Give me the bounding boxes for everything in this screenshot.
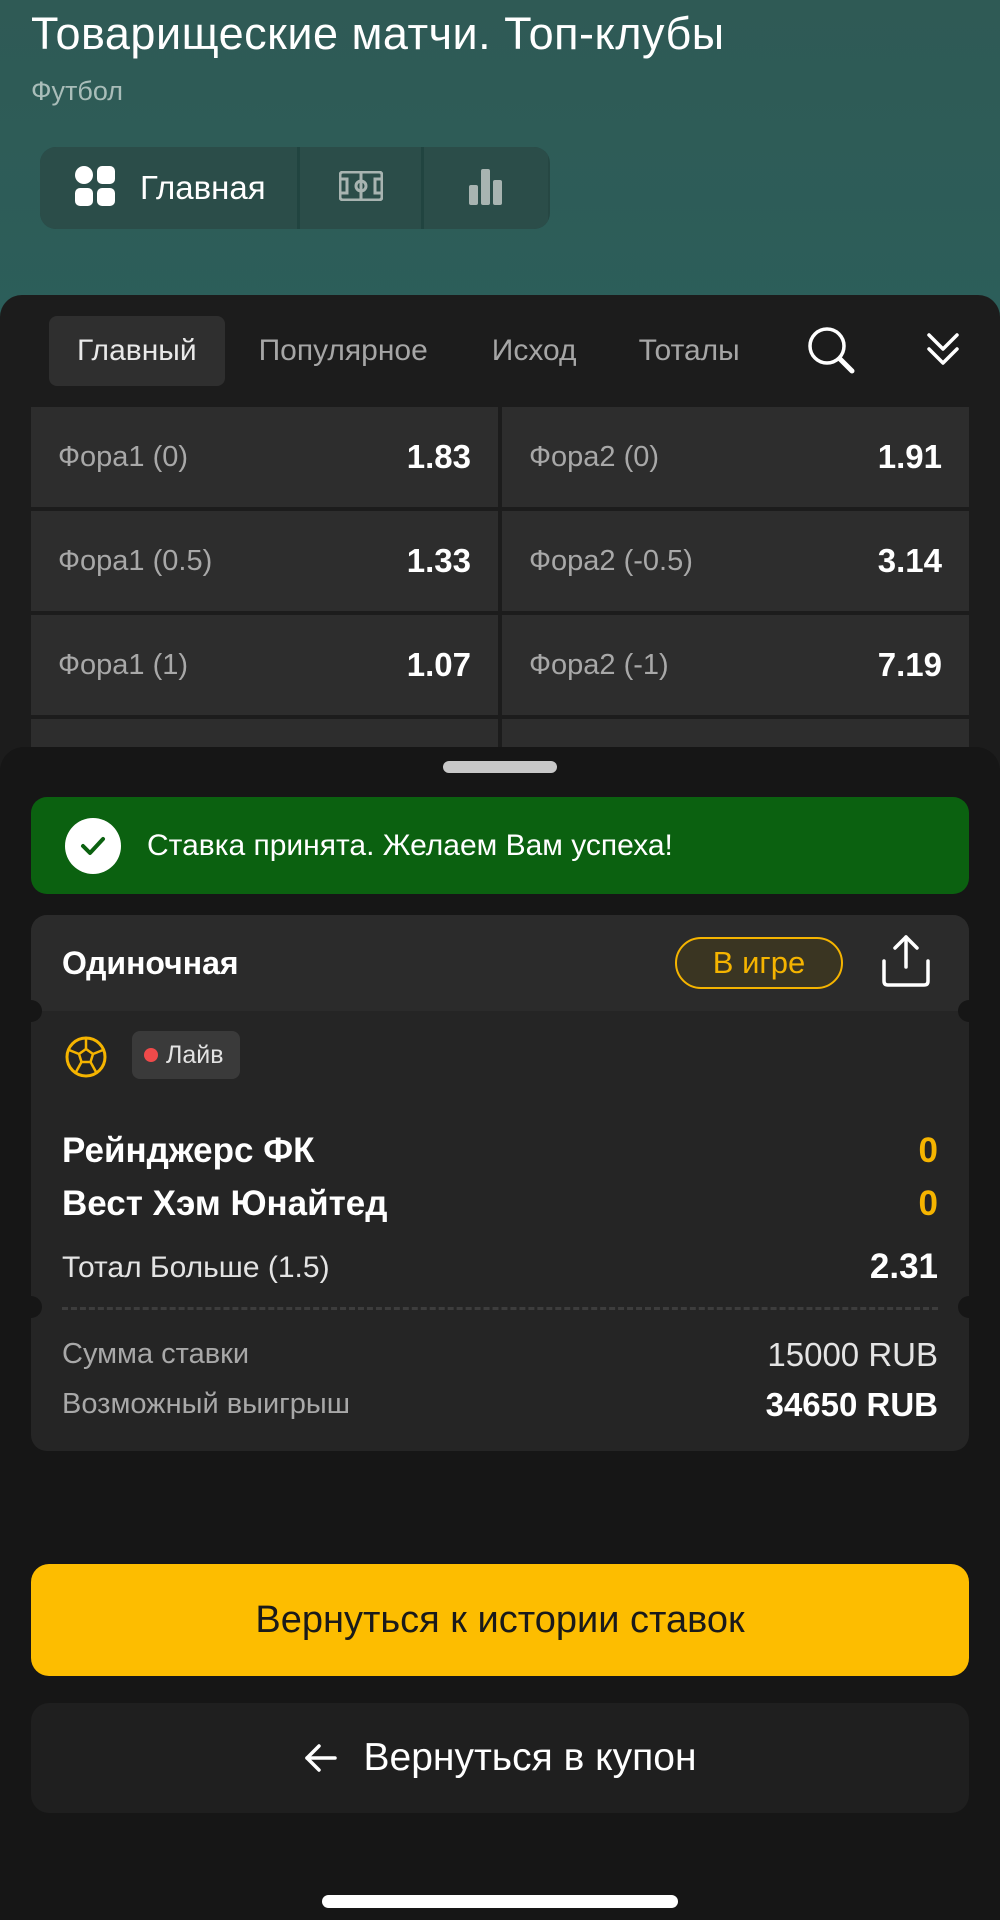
field-icon bbox=[338, 170, 383, 206]
odd-name: Фора1 (0) bbox=[58, 440, 189, 473]
sheet-grabber[interactable] bbox=[443, 761, 557, 773]
stake-label: Сумма ставки bbox=[62, 1338, 250, 1370]
collapse-icon[interactable] bbox=[923, 329, 963, 374]
arrow-left-icon bbox=[304, 1743, 338, 1773]
market-tabs: Главный Популярное Исход Тоталы bbox=[0, 295, 1000, 407]
success-message: Ставка принята. Желаем Вам успеха! bbox=[147, 828, 673, 862]
win-label: Возможный выигрыш bbox=[62, 1388, 350, 1420]
odds-row: Фора1 (1) 1.07 Фора2 (-1) 7.19 bbox=[31, 615, 969, 715]
odd-name: Фора1 (1) bbox=[58, 648, 189, 681]
score-home: 0 bbox=[918, 1131, 938, 1170]
share-icon[interactable] bbox=[879, 933, 933, 994]
ticket-notch bbox=[31, 1296, 42, 1318]
odd-name: Фора2 (0) bbox=[529, 440, 660, 473]
grid-icon bbox=[74, 165, 116, 212]
team-away: Вест Хэм Юнайтед bbox=[62, 1184, 388, 1223]
bet-market: Тотал Больше (1.5) bbox=[62, 1251, 330, 1284]
live-dot bbox=[144, 1048, 158, 1062]
odds-row: Фора1 (0.5) 1.33 Фора2 (-0.5) 3.14 bbox=[31, 511, 969, 611]
bet-card: Одиночная В игре Лайв Рейнджерс ФК 0 Вес… bbox=[31, 915, 969, 1451]
stats-icon bbox=[467, 167, 505, 210]
view-field-button[interactable] bbox=[300, 147, 424, 229]
odd-cell[interactable]: Фора2 (0) 1.91 bbox=[502, 407, 969, 507]
football-icon bbox=[64, 1035, 108, 1084]
odd-cell[interactable]: Фора1 (1) 1.07 bbox=[31, 615, 498, 715]
win-value: 34650 RUB bbox=[765, 1386, 938, 1423]
check-icon bbox=[65, 817, 121, 874]
search-icon[interactable] bbox=[806, 325, 856, 380]
ticket-notch bbox=[958, 1000, 969, 1022]
home-indicator[interactable] bbox=[322, 1895, 678, 1908]
odd-value: 1.83 bbox=[406, 438, 471, 475]
bet-card-header: Одиночная В игре bbox=[31, 915, 969, 1011]
live-badge: Лайв bbox=[132, 1031, 240, 1079]
odd-name: Фора1 (0.5) bbox=[58, 544, 213, 577]
tab-totals[interactable]: Тоталы bbox=[611, 316, 768, 386]
back-to-coupon-button[interactable]: Вернуться в купон bbox=[31, 1703, 969, 1813]
live-label: Лайв bbox=[166, 1040, 224, 1069]
success-banner: Ставка принята. Желаем Вам успеха! bbox=[31, 797, 969, 894]
event-header: Товарищеские матчи. Топ-клубы Футбол Гла… bbox=[0, 0, 1000, 330]
odd-name: Фора2 (-0.5) bbox=[529, 544, 693, 577]
bet-type: Одиночная bbox=[62, 944, 239, 981]
ticket-divider bbox=[62, 1307, 938, 1310]
page-title: Товарищеские матчи. Топ-клубы bbox=[31, 8, 725, 59]
view-main-label: Главная bbox=[140, 169, 266, 206]
odd-cell[interactable]: Фора1 (0.5) 1.33 bbox=[31, 511, 498, 611]
odd-value: 1.07 bbox=[406, 646, 471, 683]
tab-popular[interactable]: Популярное bbox=[231, 316, 456, 386]
stake-value: 15000 RUB bbox=[767, 1336, 938, 1373]
view-stats-button[interactable] bbox=[424, 147, 548, 229]
view-main-button[interactable]: Главная bbox=[40, 147, 300, 229]
odd-value: 1.91 bbox=[877, 438, 942, 475]
odd-cell[interactable]: Фора2 (-1) 7.19 bbox=[502, 615, 969, 715]
odd-cell[interactable]: Фора2 (-0.5) 3.14 bbox=[502, 511, 969, 611]
status-badge: В игре bbox=[675, 937, 843, 989]
back-to-coupon-label: Вернуться в купон bbox=[363, 1736, 697, 1779]
team-home: Рейнджерс ФК bbox=[62, 1131, 315, 1170]
odd-cell[interactable]: Фора1 (0) 1.83 bbox=[31, 407, 498, 507]
odd-value: 1.33 bbox=[406, 542, 471, 579]
odds-row: Фора1 (0) 1.83 Фора2 (0) 1.91 bbox=[31, 407, 969, 507]
bet-receipt-sheet: Ставка принята. Желаем Вам успеха! Одино… bbox=[0, 747, 1000, 1920]
tab-main[interactable]: Главный bbox=[49, 316, 225, 386]
ticket-notch bbox=[958, 1296, 969, 1318]
odd-value: 3.14 bbox=[877, 542, 942, 579]
view-switcher: Главная bbox=[40, 147, 550, 229]
odd-value: 7.19 bbox=[877, 646, 942, 683]
tab-outcome[interactable]: Исход bbox=[464, 316, 605, 386]
odd-name: Фора2 (-1) bbox=[529, 648, 669, 681]
back-to-history-button[interactable]: Вернуться к истории ставок bbox=[31, 1564, 969, 1676]
bet-odd: 2.31 bbox=[869, 1247, 938, 1286]
sport-subtitle: Футбол bbox=[31, 76, 124, 106]
score-away: 0 bbox=[918, 1184, 938, 1223]
odds-grid: Фора1 (0) 1.83 Фора2 (0) 1.91 Фора1 (0.5… bbox=[31, 407, 969, 763]
